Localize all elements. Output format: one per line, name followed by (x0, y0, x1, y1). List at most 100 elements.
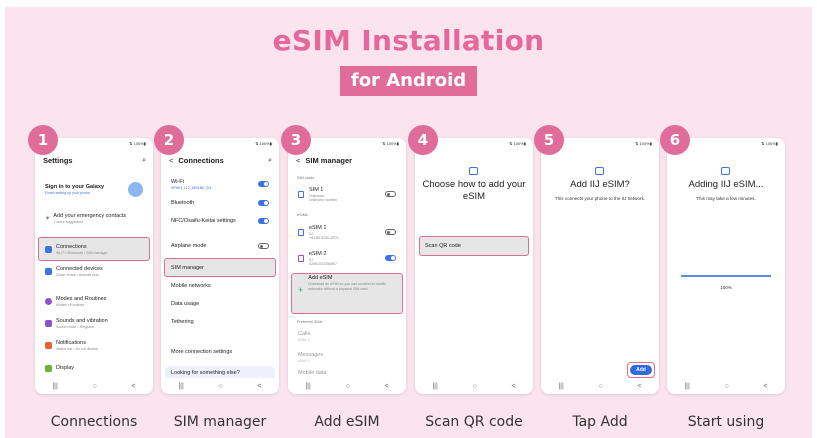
esim2-toggle[interactable] (385, 255, 396, 261)
sim-number: Unknown number (309, 197, 338, 202)
settings-items: Connections Wi-Fi • Bluetooth • SIM manag… (39, 238, 149, 374)
esims-label: eSIMs (297, 213, 308, 217)
search-icon[interactable]: ⌕ (268, 157, 272, 165)
item-title: NFC/Osaifu-Keitai settings (171, 218, 236, 224)
recents-icon[interactable]: ||| (305, 383, 310, 390)
status-bar: ⇅ 100%▮ (129, 141, 146, 146)
recents-icon[interactable]: ||| (52, 383, 57, 390)
emergency-card[interactable]: ☀ Add your emergency contacts 1 more sug… (39, 208, 149, 228)
screen-heading: Choose how to add your eSIM (422, 179, 526, 202)
sim-number: +81 80-5700-8703 (309, 235, 339, 240)
item-title: Modes and Routines (56, 295, 107, 302)
back-icon[interactable]: < (764, 383, 768, 390)
home-icon[interactable]: ○ (346, 383, 350, 390)
add-button[interactable]: Add (630, 365, 652, 375)
back-arrow-icon[interactable]: < (169, 156, 173, 165)
item-sub: Quick Share • Android Auto (56, 272, 100, 277)
settings-item-notifications[interactable]: Notifications Status bar • Do not disturb (39, 334, 149, 356)
home-icon[interactable]: ○ (599, 383, 603, 390)
esim1-row[interactable]: eSIM 1 IIJ +81 80-5700-8703 (292, 219, 402, 245)
settings-item-connected-devices[interactable]: Connected devices Quick Share • Android A… (39, 260, 149, 282)
pref-title: Messages (298, 352, 324, 358)
step-3: 3 ⇅ 100%▮ < SIM manager SIM cards SIM 1U… (281, 125, 406, 398)
back-icon[interactable]: < (258, 383, 262, 390)
mobile-data-row[interactable]: Mobile data (292, 368, 402, 378)
sim-manager-row[interactable]: SIM manager (165, 258, 275, 277)
account-card[interactable]: Sign in to your Galaxy Finish setting up… (39, 174, 149, 204)
nfc-row[interactable]: NFC/Osaifu-Keitai settings (165, 212, 275, 230)
add-esim-row[interactable]: + Add eSIM Download an eSIM so you can co… (292, 275, 402, 313)
recents-icon[interactable]: ||| (432, 383, 437, 390)
back-arrow-icon[interactable]: < (296, 156, 300, 165)
settings-item-display[interactable]: Display (39, 362, 149, 374)
back-icon[interactable]: < (512, 383, 516, 390)
mobile-networks-row[interactable]: Mobile networks (165, 277, 275, 295)
home-icon[interactable]: ○ (725, 383, 729, 390)
sim-title: eSIM 2 (309, 250, 327, 257)
search-icon[interactable]: ⌕ (142, 157, 146, 165)
home-icon[interactable]: ○ (219, 383, 223, 390)
sim-card-icon (298, 190, 304, 198)
item-title: Connected devices (56, 265, 103, 272)
sim1-card[interactable]: SIM 1 Unknown Unknown number (292, 182, 402, 206)
preferred-card: Calls eSIM 2 Messages eSIM 2 Mobile data (292, 326, 402, 381)
recents-icon[interactable]: ||| (684, 383, 689, 390)
back-icon[interactable]: < (385, 383, 389, 390)
wifi-toggle[interactable] (258, 181, 269, 187)
esim1-toggle[interactable] (385, 229, 396, 235)
scan-qr-option[interactable]: Scan QR code (419, 236, 529, 256)
item-title: Display (56, 365, 75, 371)
account-title: Sign in to your Galaxy (45, 183, 105, 190)
item-title: Connections (56, 243, 87, 250)
esim-icon (721, 167, 730, 175)
bluetooth-row[interactable]: Bluetooth (165, 194, 275, 212)
home-icon[interactable]: ○ (473, 383, 477, 390)
esim2-row[interactable]: eSIM 2 IIJ 02061022356897 (292, 245, 402, 271)
avatar-icon[interactable] (128, 181, 143, 197)
settings-item-sounds[interactable]: Sounds and vibration Sound mode • Rington… (39, 312, 149, 334)
nav-bar: ||| ○ < (35, 378, 153, 394)
network-items: SIM manager Mobile networks Data usage T… (165, 258, 275, 331)
step-number-badge: 4 (408, 125, 438, 155)
home-icon[interactable]: ○ (93, 383, 97, 390)
item-title: Sounds and vibration (56, 317, 108, 324)
add-esim-title: Add eSIM (308, 275, 333, 281)
item-sub: Status bar • Do not disturb (56, 346, 99, 351)
progress-label: 100% (720, 285, 732, 290)
data-usage-row[interactable]: Data usage (165, 295, 275, 313)
sim1-toggle[interactable] (385, 191, 396, 197)
bluetooth-toggle[interactable] (258, 200, 269, 206)
preferred-sims-label: Preferred SIMs (297, 320, 323, 324)
screen-header: < Connections ⌕ (169, 156, 272, 165)
nav-bar: ||| ○ < (667, 378, 785, 394)
settings-item-modes[interactable]: Modes and Routines Modes • Routines (39, 290, 149, 312)
back-icon[interactable]: < (638, 383, 642, 390)
recents-icon[interactable]: ||| (558, 383, 563, 390)
wifi-row[interactable]: Wi-Fi SPWH_L12_6591BE_5G (165, 174, 275, 194)
screen-header: Settings ⌕ (43, 156, 146, 165)
item-title: Bluetooth (171, 200, 195, 206)
airplane-toggle[interactable] (258, 243, 269, 249)
item-title: Airplane mode (171, 243, 207, 249)
phone-screen-confirm: ⇅ 100%▮ Add IIJ eSIM? This connects your… (541, 138, 659, 394)
calls-row[interactable]: Calls eSIM 2 (292, 326, 402, 347)
pref-sub: eSIM 2 (298, 359, 310, 363)
tethering-row[interactable]: Tethering (165, 313, 275, 331)
settings-item-connections[interactable]: Connections Wi-Fi • Bluetooth • SIM manag… (39, 238, 149, 260)
step-caption: Tap Add (572, 414, 628, 430)
phone-screen-adding: ⇅ 100%▮ Adding IIJ eSIM... This may take… (667, 138, 785, 394)
airplane-row[interactable]: Airplane mode (165, 237, 275, 255)
recents-icon[interactable]: ||| (178, 383, 183, 390)
step-number-badge: 3 (281, 125, 311, 155)
more-settings-card[interactable]: More connection settings (165, 342, 275, 362)
messages-row[interactable]: Messages eSIM 2 (292, 347, 402, 368)
screen-header: < SIM manager (296, 156, 399, 165)
plus-icon: + (298, 285, 304, 295)
step-6: 6 ⇅ 100%▮ Adding IIJ eSIM... This may ta… (660, 125, 785, 398)
screen-text: This may take a few minutes. (696, 196, 756, 201)
nfc-toggle[interactable] (258, 218, 269, 224)
step-1: 1 ⇅ 100%▮ Settings ⌕ Sign in to your Gal… (28, 125, 153, 398)
emergency-title: Add your emergency contacts (53, 212, 127, 219)
back-icon[interactable]: < (132, 383, 136, 390)
pref-title: Calls (298, 331, 311, 337)
